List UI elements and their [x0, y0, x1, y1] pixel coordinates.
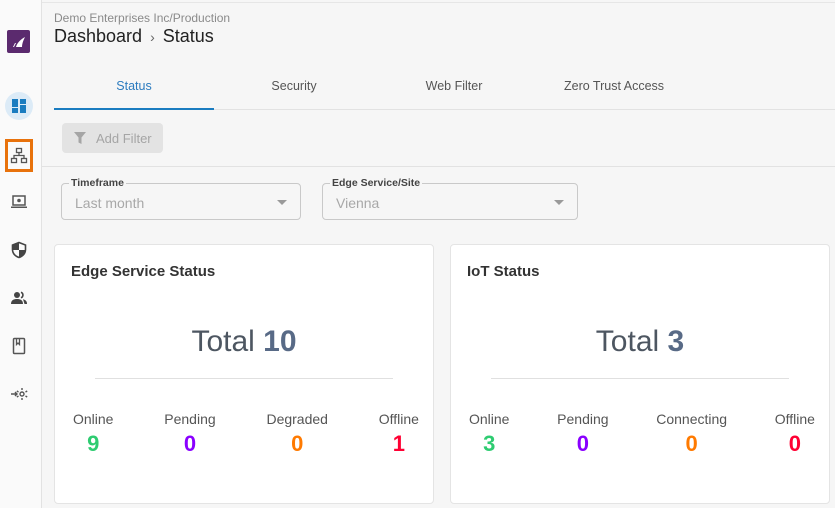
- sidebar-item-integrations[interactable]: [5, 380, 33, 408]
- org-path: Demo Enterprises Inc/Production: [54, 11, 231, 25]
- timeframe-select[interactable]: Timeframe Last month: [61, 177, 301, 220]
- sidebar-item-dashboard[interactable]: [5, 92, 33, 120]
- stat-value[interactable]: 0: [164, 431, 215, 457]
- total-label: Total: [191, 325, 255, 358]
- tab-status[interactable]: Status: [54, 70, 214, 110]
- stat-online: Online 3: [469, 411, 509, 457]
- stat-degraded: Degraded 0: [266, 411, 328, 457]
- sidebar-item-security[interactable]: [5, 236, 33, 264]
- add-filter-label: Add Filter: [96, 130, 152, 146]
- card-title: IoT Status: [467, 263, 540, 280]
- stat-label: Offline: [774, 411, 815, 427]
- stat-value[interactable]: 0: [656, 431, 727, 457]
- total-count: Total 10: [55, 325, 433, 359]
- laptop-icon: [11, 195, 27, 208]
- breadcrumb-status: Status: [162, 26, 214, 46]
- stat-label: Online: [469, 411, 510, 427]
- card-title: Edge Service Status: [71, 263, 216, 280]
- tab-bar: Status Security Web Filter Zero Trust Ac…: [54, 70, 835, 110]
- chevron-down-icon: [554, 200, 564, 205]
- status-breakdown: Online 9 Pending 0 Degraded 0 Offline 1: [55, 411, 433, 457]
- stat-offline: Offline 0: [775, 411, 815, 457]
- filter-icon: [74, 131, 86, 144]
- users-icon: [11, 291, 27, 304]
- stat-label: Online: [73, 411, 114, 427]
- gear-import-icon: [11, 388, 28, 400]
- stat-label: Connecting: [656, 411, 728, 427]
- edge-service-status-card: Edge Service Status Total 10 Online 9 Pe…: [54, 244, 434, 504]
- breadcrumb-dashboard[interactable]: Dashboard: [54, 26, 142, 47]
- site-value: Vienna: [336, 195, 380, 211]
- logo-mark-icon: [12, 36, 25, 47]
- status-breakdown: Online 3 Pending 0 Connecting 0 Offline …: [451, 411, 829, 457]
- sidebar: [0, 0, 42, 508]
- stat-connecting: Connecting 0: [656, 411, 727, 457]
- stat-pending: Pending 0: [164, 411, 215, 457]
- stat-label: Degraded: [266, 411, 328, 427]
- tab-security[interactable]: Security: [214, 70, 374, 109]
- sidebar-item-network[interactable]: [5, 139, 33, 172]
- total-value: 3: [667, 325, 685, 358]
- breadcrumb: Dashboard › Status: [54, 26, 214, 47]
- stat-online: Online 9: [73, 411, 113, 457]
- top-divider: [42, 2, 835, 3]
- stat-value[interactable]: 9: [73, 431, 113, 457]
- stat-value[interactable]: 0: [557, 431, 608, 457]
- stat-label: Pending: [164, 411, 216, 427]
- stat-pending: Pending 0: [557, 411, 608, 457]
- stat-value[interactable]: 0: [775, 431, 815, 457]
- total-label: Total: [595, 325, 660, 358]
- timeframe-label: Timeframe: [69, 177, 126, 189]
- sidebar-item-devices[interactable]: [5, 188, 33, 216]
- book-icon: [12, 337, 26, 355]
- stat-label: Pending: [557, 411, 609, 427]
- total-value: 10: [263, 325, 297, 358]
- iot-status-card: IoT Status Total 3 Online 3 Pending 0 Co…: [450, 244, 830, 504]
- stat-offline: Offline 1: [379, 411, 419, 457]
- shield-icon: [11, 241, 27, 259]
- breadcrumb-separator: ›: [150, 28, 155, 45]
- dashboard-icon: [12, 99, 26, 113]
- sidebar-item-users[interactable]: [5, 284, 33, 312]
- stat-label: Offline: [378, 411, 419, 427]
- timeframe-value: Last month: [75, 195, 145, 211]
- total-count: Total 3: [451, 325, 829, 359]
- toolbar-divider: [42, 166, 835, 167]
- site-label: Edge Service/Site: [330, 177, 423, 189]
- sidebar-item-docs[interactable]: [5, 332, 33, 360]
- brand-logo[interactable]: [7, 30, 30, 53]
- stat-value[interactable]: 1: [379, 431, 419, 457]
- stat-value[interactable]: 3: [469, 431, 509, 457]
- add-filter-button[interactable]: Add Filter: [62, 123, 163, 153]
- network-icon: [10, 147, 28, 163]
- tab-web-filter[interactable]: Web Filter: [374, 70, 534, 109]
- chevron-down-icon: [277, 200, 287, 205]
- stat-value[interactable]: 0: [266, 431, 328, 457]
- tab-zero-trust-access[interactable]: Zero Trust Access: [534, 70, 694, 109]
- site-select[interactable]: Edge Service/Site Vienna: [322, 177, 578, 220]
- main-content: Demo Enterprises Inc/Production Dashboar…: [42, 0, 835, 508]
- card-divider: [95, 378, 393, 379]
- card-divider: [491, 378, 789, 379]
